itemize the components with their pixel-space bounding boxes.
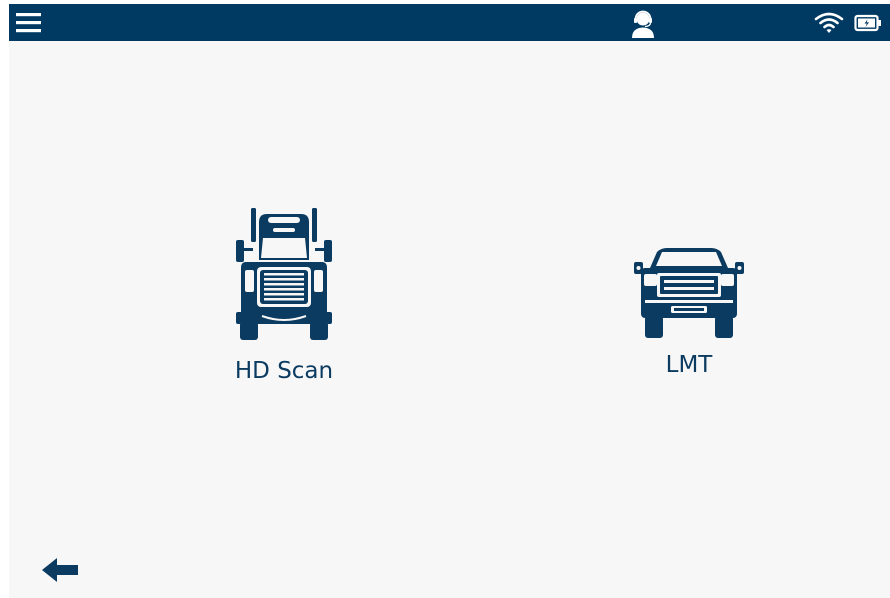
battery-charging-icon bbox=[854, 14, 881, 32]
wifi-status bbox=[814, 12, 844, 34]
hd-scan-tile[interactable]: HD Scan bbox=[209, 204, 359, 384]
pickup-truck-icon bbox=[634, 248, 744, 338]
hd-scan-label: HD Scan bbox=[234, 358, 334, 384]
lmt-tile[interactable]: LMT bbox=[614, 244, 764, 378]
wifi-icon bbox=[814, 12, 844, 33]
support-button[interactable] bbox=[628, 8, 658, 38]
semi-truck-icon bbox=[236, 208, 332, 340]
menu-button[interactable] bbox=[16, 12, 42, 34]
lmt-label: LMT bbox=[665, 352, 713, 378]
battery-status bbox=[854, 14, 882, 32]
top-bar bbox=[9, 4, 890, 41]
hamburger-menu-icon bbox=[16, 13, 41, 33]
back-arrow-icon bbox=[42, 558, 78, 582]
app-screen: HD Scan LMT bbox=[9, 4, 890, 598]
back-button[interactable] bbox=[40, 555, 80, 585]
headset-support-icon bbox=[632, 10, 654, 38]
